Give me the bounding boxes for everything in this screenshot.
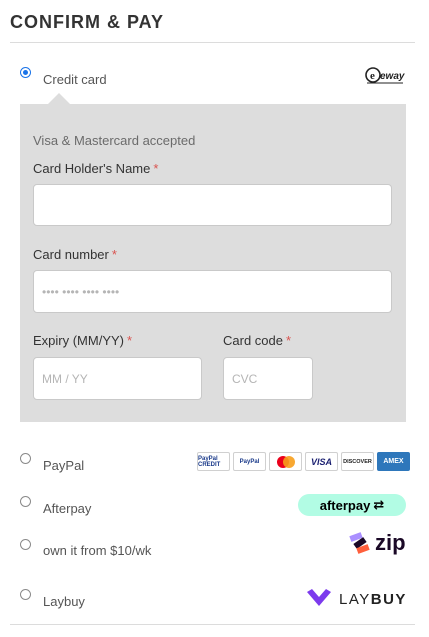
required-mark: *	[111, 247, 117, 262]
paypal-icon: PayPal	[233, 452, 266, 471]
zip-label: own it from $10/wk	[43, 543, 152, 558]
card-number-input[interactable]	[33, 270, 392, 313]
card-holder-input[interactable]	[33, 184, 392, 226]
page-title: CONFIRM & PAY	[10, 12, 165, 32]
afterpay-radio[interactable]	[20, 496, 31, 507]
afterpay-logo: afterpay ⇄	[298, 494, 406, 516]
laybuy-logo: LAYBUY	[305, 588, 407, 610]
required-mark: *	[127, 333, 133, 348]
svg-text:e: e	[370, 70, 375, 82]
payment-card-icons: PayPal CREDIT PayPal VISA DISCOVER AMEX	[197, 452, 410, 471]
paypal-label: PayPal	[43, 458, 85, 473]
card-number-label: Card number *	[33, 247, 117, 262]
required-mark: *	[153, 161, 159, 176]
afterpay-label: Afterpay	[43, 501, 92, 516]
required-mark: *	[285, 333, 292, 348]
expiry-label: Expiry (MM/YY) *	[33, 333, 133, 348]
svg-text:eway: eway	[380, 71, 405, 82]
mastercard-icon	[269, 452, 302, 471]
paypal-credit-icon: PayPal CREDIT	[197, 452, 230, 471]
credit-card-radio[interactable]	[20, 67, 31, 78]
title-divider	[10, 42, 415, 43]
visa-icon: VISA	[305, 452, 338, 471]
zip-radio[interactable]	[20, 539, 31, 550]
eway-logo-icon: e eway	[365, 67, 405, 84]
card-code-input[interactable]	[223, 357, 313, 400]
zip-mark-icon	[349, 532, 370, 554]
laybuy-label: Laybuy	[43, 594, 85, 609]
card-code-label: Card code *	[223, 333, 292, 348]
credit-card-label: Credit card	[43, 72, 107, 87]
laybuy-radio[interactable]	[20, 589, 31, 600]
amex-icon: AMEX	[377, 452, 410, 471]
paypal-radio[interactable]	[20, 453, 31, 464]
bottom-divider	[10, 624, 415, 625]
expiry-input[interactable]	[33, 357, 202, 400]
zip-logo: zip	[349, 531, 406, 555]
panel-pointer	[48, 93, 70, 104]
accepted-cards-note: Visa & Mastercard accepted	[33, 133, 196, 148]
discover-icon: DISCOVER	[341, 452, 374, 471]
laybuy-heart-icon	[307, 589, 331, 606]
card-holder-label: Card Holder's Name *	[33, 161, 159, 176]
